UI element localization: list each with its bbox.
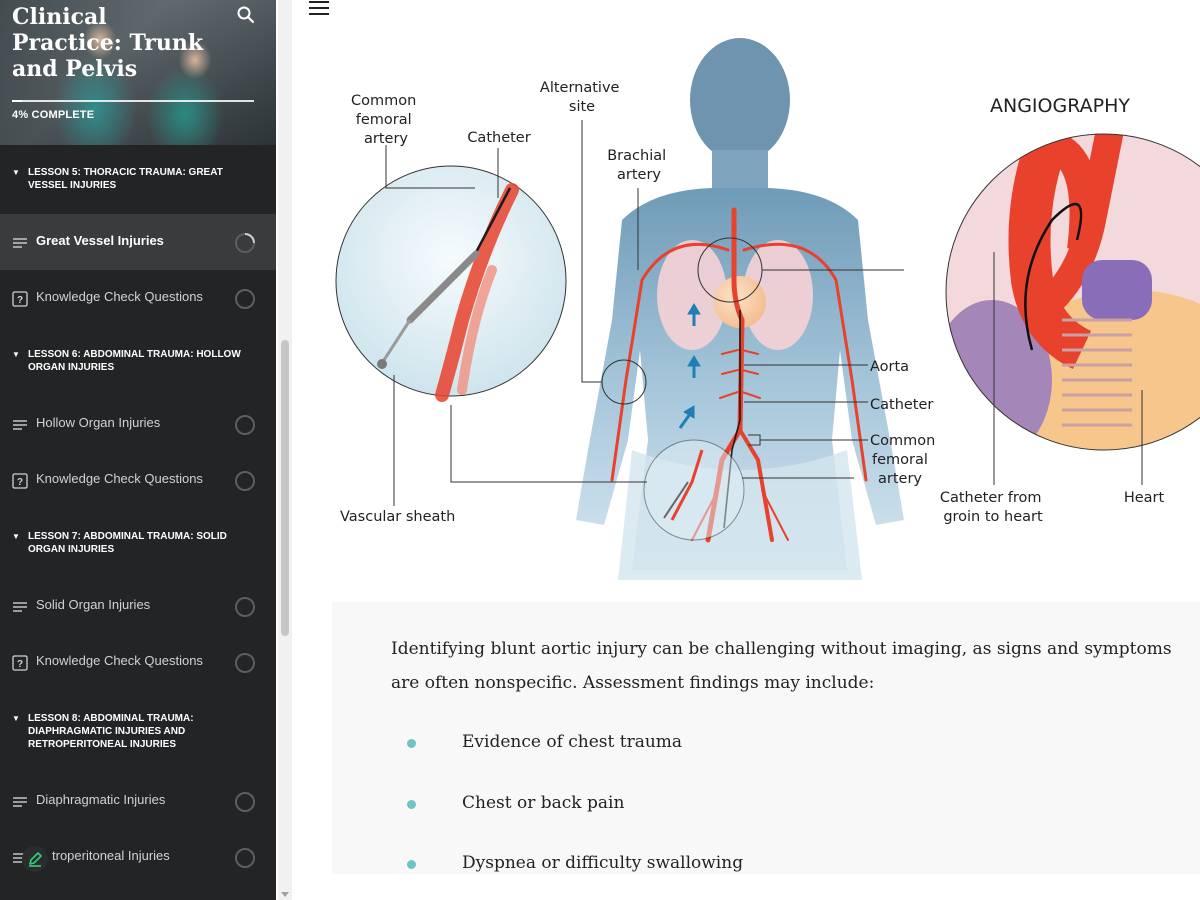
caret-down-icon: ▼	[12, 350, 20, 359]
angiography-illustration: Common femoral artery Catheter Alternati…	[292, 20, 1200, 608]
label-common-femoral-artery-right: Common femoral artery	[870, 433, 940, 487]
lesson-title: LESSON 5: THORACIC TRAUMA: GREAT VESSEL …	[28, 167, 223, 191]
not-started-icon	[235, 597, 255, 617]
list-item-text: Evidence of chest trauma	[462, 732, 683, 752]
sidebar-item-label: Hollow Organ Injuries	[36, 415, 161, 430]
pencil-icon	[29, 852, 42, 867]
lesson-header[interactable]: ▼ LESSON 6: ABDOMINAL TRAUMA: HOLLOW ORG…	[0, 348, 276, 374]
edit-note-button[interactable]	[22, 846, 48, 872]
in-progress-icon	[235, 233, 255, 253]
sidebar-item-label: Knowledge Check Questions	[36, 471, 203, 486]
sidebar-item-diaphragmatic-injuries[interactable]: Diaphragmatic Injuries	[0, 773, 276, 829]
sidebar-item-label: Knowledge Check Questions	[36, 289, 203, 304]
label-angiography: ANGIOGRAPHY	[990, 95, 1130, 117]
groin-zoom-marker	[643, 439, 745, 541]
sidebar-item-label: Knowledge Check Questions	[36, 653, 203, 668]
not-started-icon	[235, 289, 255, 309]
text-lines-icon	[13, 797, 27, 807]
svg-text:?: ?	[17, 659, 23, 670]
not-started-icon	[235, 415, 255, 435]
hamburger-menu-icon[interactable]	[308, 0, 330, 18]
sidebar-item-great-vessel-injuries[interactable]: Great Vessel Injuries	[0, 214, 276, 270]
label-catheter-right: Catheter	[870, 397, 933, 413]
course-header: Clinical Practice: Trunk and Pelvis 4% C…	[0, 0, 276, 145]
label-line: artery	[364, 131, 408, 147]
bullet-dot-icon	[407, 860, 416, 869]
label-vascular-sheath: Vascular sheath	[340, 509, 455, 525]
list-item-text: Dyspnea or difficulty swallowing	[462, 853, 744, 873]
question-box-icon: ?	[12, 291, 28, 307]
sidebar-item-label: Diaphragmatic Injuries	[36, 792, 166, 807]
sidebar-item-label: Great Vessel Injuries	[36, 233, 164, 248]
sidebar-item-knowledge-check[interactable]: ? Knowledge Check Questions	[0, 452, 276, 508]
label-line: femoral	[356, 112, 412, 128]
label-line: Brachial	[607, 148, 666, 164]
text-lines-icon	[13, 420, 27, 430]
sidebar-item-solid-organ-injuries[interactable]: Solid Organ Injuries	[0, 578, 276, 634]
not-started-icon	[235, 653, 255, 673]
svg-text:?: ?	[17, 295, 23, 306]
heart-zoom-circle	[946, 134, 1200, 450]
caret-down-icon: ▼	[12, 532, 20, 541]
course-title: Clinical Practice: Trunk and Pelvis	[12, 4, 204, 82]
not-started-icon	[235, 471, 255, 491]
label-line: femoral	[872, 452, 928, 468]
sidebar-item-knowledge-check[interactable]: ? Knowledge Check Questions	[0, 634, 276, 690]
question-box-icon: ?	[12, 473, 28, 489]
caret-down-icon: ▼	[12, 714, 20, 723]
femoral-zoom-circle	[335, 165, 567, 402]
caret-down-icon: ▼	[12, 168, 20, 177]
lesson-title: LESSON 8: ABDOMINAL TRAUMA: DIAPHRAGMATI…	[28, 713, 194, 750]
not-started-icon	[235, 792, 255, 812]
intro-paragraph: Identifying blunt aortic injury can be c…	[391, 639, 1172, 693]
label-line: Common	[870, 433, 935, 449]
not-started-icon	[235, 848, 255, 868]
progress-bar-fill	[12, 100, 22, 102]
list-item: Chest or back pain	[391, 788, 1151, 818]
progress-text: 4% COMPLETE	[12, 109, 95, 121]
label-line: artery	[617, 167, 661, 183]
label-line: Common	[351, 93, 416, 109]
label-line: Catheter from	[940, 490, 1042, 506]
label-heart: Heart	[1124, 490, 1165, 506]
label-line: Alternative	[540, 80, 620, 96]
list-item: Dyspnea or difficulty swallowing	[391, 848, 1151, 878]
scrollbar-thumb[interactable]	[281, 340, 289, 636]
list-item-text: Chest or back pain	[462, 793, 625, 813]
label-line: site	[569, 99, 595, 115]
course-sidebar: Clinical Practice: Trunk and Pelvis 4% C…	[0, 0, 276, 900]
label-alternative-site: Alternative site	[540, 80, 624, 115]
label-aorta: Aorta	[870, 359, 909, 375]
sidebar-item-label: Solid Organ Injuries	[36, 597, 151, 612]
lesson-header[interactable]: ▼ LESSON 8: ABDOMINAL TRAUMA: DIAPHRAGMA…	[0, 712, 276, 751]
sidebar-item-label: troperitoneal Injuries	[52, 848, 170, 863]
sidebar-item-knowledge-check[interactable]: ? Knowledge Check Questions	[0, 270, 276, 326]
text-lines-icon	[13, 238, 27, 248]
list-item: Evidence of chest trauma	[391, 727, 1151, 757]
scroll-down-arrow-icon[interactable]	[281, 892, 289, 897]
search-icon[interactable]	[236, 5, 256, 25]
angiography-diagram: Common femoral artery Catheter Alternati…	[335, 38, 1200, 580]
bullet-dot-icon	[407, 800, 416, 809]
sidebar-item-hollow-organ-injuries[interactable]: Hollow Organ Injuries	[0, 396, 276, 452]
bullet-dot-icon	[407, 739, 416, 748]
progress-bar	[12, 100, 254, 102]
question-box-icon: ?	[12, 655, 28, 671]
text-lines-icon	[13, 602, 27, 612]
lesson-title: LESSON 7: ABDOMINAL TRAUMA: SOLID ORGAN …	[28, 531, 227, 555]
sidebar-scrollbar[interactable]	[278, 0, 292, 900]
lesson-header[interactable]: ▼ LESSON 5: THORACIC TRAUMA: GREAT VESSE…	[0, 166, 276, 192]
label-common-femoral-artery: Common femoral artery	[351, 93, 421, 147]
lesson-content: Identifying blunt aortic injury can be c…	[332, 602, 1200, 874]
label-catheter-from-groin: Catheter from groin to heart	[940, 490, 1046, 525]
label-brachial-artery: Brachial artery	[607, 148, 671, 183]
lesson-title: LESSON 6: ABDOMINAL TRAUMA: HOLLOW ORGAN…	[28, 349, 241, 373]
svg-text:?: ?	[17, 477, 23, 488]
lesson-header[interactable]: ▼ LESSON 7: ABDOMINAL TRAUMA: SOLID ORGA…	[0, 530, 276, 556]
label-line: artery	[878, 471, 922, 487]
label-line: groin to heart	[943, 509, 1043, 525]
label-catheter: Catheter	[467, 130, 530, 146]
